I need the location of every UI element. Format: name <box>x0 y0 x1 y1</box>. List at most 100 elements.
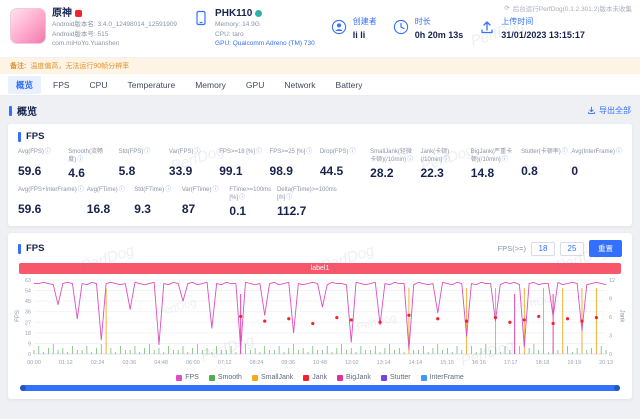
info-icon[interactable]: ⓘ <box>45 149 51 155</box>
tab-GPU[interactable]: GPU <box>238 77 272 93</box>
legend-swatch <box>381 375 387 381</box>
svg-text:45: 45 <box>25 299 31 305</box>
tab-Temperature[interactable]: Temperature <box>120 77 184 93</box>
info-icon[interactable]: ⓘ <box>165 187 171 193</box>
accent-bar <box>18 244 21 254</box>
legend-Stutter[interactable]: Stutter <box>381 374 411 381</box>
info-icon[interactable]: ⓘ <box>256 149 262 155</box>
info-icon[interactable]: ⓘ <box>306 149 312 155</box>
note-text: 温度偏高，无法运行90帧分辨率 <box>30 61 129 71</box>
app-version-code: Android版本号: 515 <box>52 30 177 40</box>
creator-summary: 创建者 li li <box>331 17 377 40</box>
upload-value: 31/01/2023 13:15:17 <box>501 30 585 40</box>
tab-FPS[interactable]: FPS <box>45 77 78 93</box>
svg-text:09:36: 09:36 <box>281 360 295 366</box>
metric-FPS>=25 [%]: FPS>=25 [%]ⓘ98.9 <box>270 149 317 180</box>
upload-icon <box>479 19 495 35</box>
info-icon[interactable]: ⓘ <box>213 187 219 193</box>
legend-Smooth[interactable]: Smooth <box>209 374 242 381</box>
upload-label: 上传时间 <box>501 17 585 27</box>
info-icon[interactable]: ⓘ <box>562 149 568 155</box>
svg-text:54: 54 <box>25 289 31 295</box>
svg-text:12: 12 <box>609 278 615 284</box>
tab-概览[interactable]: 概览 <box>8 76 41 94</box>
svg-text:00:00: 00:00 <box>27 360 41 366</box>
fps-threshold-input-2[interactable] <box>560 242 584 256</box>
device-gpu: GPU: Qualcomm Adreno (TM) 730 <box>215 39 315 49</box>
scrollbar-thumb[interactable] <box>20 385 620 391</box>
info-icon[interactable]: ⓘ <box>407 157 413 163</box>
fps-threshold-input-1[interactable] <box>531 242 555 256</box>
svg-text:20:13: 20:13 <box>599 360 613 366</box>
app-summary: 原神 Android版本名: 3.4.0_12498014_12591909 A… <box>10 8 177 49</box>
info-icon[interactable]: ⓘ <box>502 157 508 163</box>
metric-Jank(卡顿)(/10min): Jank(卡顿)(/10min)ⓘ22.3 <box>420 149 467 180</box>
info-icon[interactable]: ⓘ <box>616 149 622 155</box>
svg-text:10:48: 10:48 <box>313 360 327 366</box>
accent-bar <box>18 132 21 142</box>
legend-swatch <box>176 375 182 381</box>
duration-label: 时长 <box>415 17 464 27</box>
fps-summary-card: FPS Avg(FPS)ⓘ59.6Smooth(流畅度)ⓘ4.6Std(FPS)… <box>8 124 632 226</box>
app-name: 原神 <box>52 8 72 20</box>
fps-chart-card: FPS FPS(>=) 重置 label1 FPS Jank 635445362… <box>8 233 632 399</box>
svg-text:27: 27 <box>25 320 31 326</box>
chart-scrollbar[interactable] <box>20 385 620 391</box>
metric-Var(FTime): Var(FTime)ⓘ87 <box>182 187 227 218</box>
info-icon[interactable]: ⓘ <box>350 149 356 155</box>
info-icon[interactable]: ⓘ <box>78 187 84 193</box>
legend-Jank[interactable]: Jank <box>303 374 327 381</box>
scrollbar-left-handle[interactable] <box>20 385 26 391</box>
chart-label-banner[interactable]: label1 <box>19 263 621 274</box>
tab-Memory[interactable]: Memory <box>187 77 234 93</box>
upload-summary: 上传时间 31/01/2023 13:15:17 <box>479 17 585 40</box>
legend-swatch <box>337 375 343 381</box>
legend-SmallJank[interactable]: SmallJank <box>252 374 293 381</box>
collector-note: ⟳ 后台运行PerfDog(0.1.2.301.2)版本未收集 <box>504 3 632 13</box>
metric-Avg(InterFrame): Avg(InterFrame)ⓘ0 <box>571 149 622 180</box>
svg-text:04:48: 04:48 <box>154 360 168 366</box>
legend-BigJank[interactable]: BigJank <box>337 374 371 381</box>
app-icon <box>10 8 46 44</box>
info-icon[interactable]: ⓘ <box>119 187 125 193</box>
info-icon[interactable]: ⓘ <box>144 149 150 155</box>
metric-Avg(FTime): Avg(FTime)ⓘ16.8 <box>87 187 132 218</box>
legend-InterFrame[interactable]: InterFrame <box>421 374 464 381</box>
info-icon[interactable]: ⓘ <box>194 149 200 155</box>
info-icon[interactable]: ⓘ <box>443 157 449 163</box>
svg-text:3: 3 <box>609 334 612 340</box>
export-all-button[interactable]: 导出全部 <box>587 105 631 116</box>
reset-button[interactable]: 重置 <box>589 240 622 257</box>
fps-metrics-row2: Avg(FPS+InterFrame)ⓘ59.6Avg(FTime)ⓘ16.8S… <box>18 187 622 218</box>
svg-text:17:17: 17:17 <box>504 360 518 366</box>
tab-Battery[interactable]: Battery <box>328 77 371 93</box>
metric-Avg(FPS): Avg(FPS)ⓘ59.6 <box>18 149 65 180</box>
svg-text:36: 36 <box>25 310 31 316</box>
clock-icon <box>393 19 409 35</box>
metric-Avg(FPS+InterFrame): Avg(FPS+InterFrame)ⓘ59.6 <box>18 187 84 218</box>
fps-chart[interactable]: FPS Jank 6354453627189012963000:0001:120… <box>18 276 622 373</box>
info-icon[interactable]: ⓘ <box>286 195 292 201</box>
tab-Network[interactable]: Network <box>276 77 323 93</box>
svg-text:02:24: 02:24 <box>91 360 105 366</box>
tab-CPU[interactable]: CPU <box>82 77 116 93</box>
metric-BigJank(严重卡顿)(/10min): BigJank(严重卡顿)(/10min)ⓘ14.8 <box>471 149 518 180</box>
info-icon[interactable]: ⓘ <box>239 195 245 201</box>
metric-Delta(FTime)>=100ms [/h]: Delta(FTime)>=100ms [/h]ⓘ112.7 <box>277 187 337 218</box>
legend-FPS[interactable]: FPS <box>176 374 199 381</box>
duration-summary: 时长 0h 20m 13s <box>393 17 464 40</box>
user-icon <box>331 19 347 35</box>
creator-value: li li <box>353 30 377 40</box>
device-model: PHK110 <box>215 8 252 20</box>
accent-bar <box>9 106 12 116</box>
metric-SmallJank(轻微卡顿)(/10min): SmallJank(轻微卡顿)(/10min)ⓘ28.2 <box>370 149 417 180</box>
info-icon[interactable]: ⓘ <box>77 157 83 163</box>
scrollbar-right-handle[interactable] <box>614 385 620 391</box>
legend-swatch <box>252 375 258 381</box>
metric-Smooth(流畅度): Smooth(流畅度)ⓘ4.6 <box>68 149 115 180</box>
device-cpu: CPU: taro <box>215 30 315 40</box>
fps-metrics-row1: Avg(FPS)ⓘ59.6Smooth(流畅度)ⓘ4.6Std(FPS)ⓘ5.8… <box>18 149 622 180</box>
svg-text:19:19: 19:19 <box>567 360 581 366</box>
svg-text:0: 0 <box>609 352 612 358</box>
svg-text:9: 9 <box>28 341 31 347</box>
